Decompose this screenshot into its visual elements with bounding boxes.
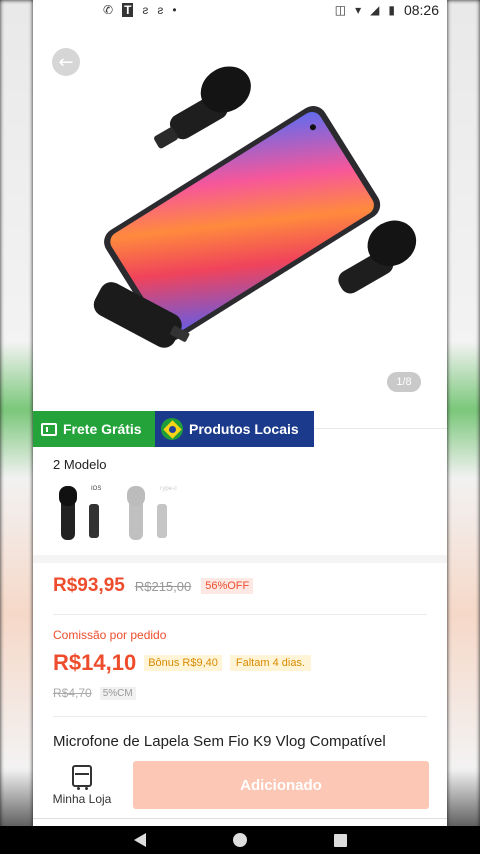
status-time: 08:26 [403,2,439,18]
badges-strip: Frete Grátis Produtos Locais [33,411,314,447]
back-button[interactable]: ← [52,48,80,76]
arrow-left-icon: ← [58,51,74,73]
commission-section: Comissão por pedido R$14,10 Bônus R$9,40… [53,628,311,700]
bonus-badge: Bônus R$9,40 [144,655,222,671]
commission-label: Comissão por pedido [53,628,167,642]
nav-back-icon[interactable] [133,833,146,847]
nav-recent-apps-icon[interactable] [333,833,347,847]
price-row: R$93,95 R$215,00 56%OFF [53,575,254,597]
days-left-badge: Faltam 4 dias. [229,655,311,671]
my-shop-button[interactable]: Minha Loja [51,764,113,806]
divider [53,716,427,717]
commission-value: R$14,10 [53,650,137,675]
my-shop-label: Minha Loja [52,791,112,806]
discount-badge: 56%OFF [201,578,254,594]
shop-icon [72,764,92,790]
section-separator [33,555,447,563]
whatsapp-icon: ✆ [103,3,114,17]
vibrate-icon: ◫ [334,3,347,17]
receiver-image [157,504,167,538]
free-shipping-label: Frete Grátis [63,421,142,437]
current-price: R$93,95 [53,575,125,596]
dot-icon: • [172,3,177,17]
status-right-icons: ◫ ▾ ◢ ▮ 08:26 [335,2,439,18]
added-button[interactable]: Adicionado [133,761,429,809]
nav-home-icon[interactable] [232,833,247,847]
thumb-tag: Type-c [159,486,178,492]
system-nav-bar [0,826,480,854]
action-bar: Minha Loja Adicionado [33,752,447,818]
image-counter: 1/8 [387,372,421,392]
free-shipping-badge: Frete Grátis [33,411,155,447]
local-products-badge: Produtos Locais [155,411,314,447]
thumb-tag: IOS [91,486,102,492]
local-products-label: Produtos Locais [189,421,299,437]
commission-sub-row: R$4,70 5%CM [53,686,311,700]
model-thumbnails: IOS Type-c [53,482,427,548]
signal-icon: ◢ [370,3,380,17]
notification-icon: ƨ [142,3,149,17]
old-commission: R$4,70 [53,686,92,700]
models-title: 2 Modelo [53,457,107,472]
divider [314,428,447,429]
cm-badge: 5%CM [99,686,136,700]
product-image-gallery[interactable]: ← [33,30,447,410]
product-image [93,66,417,348]
bottom-edge [33,818,447,826]
receiver-image [89,504,99,538]
commission-row: R$14,10 Bônus R$9,40 Faltam 4 dias. [53,650,311,676]
notification-icon: ƨ [157,3,164,17]
mic-image [127,486,145,540]
mic-image [59,486,77,540]
wifi-icon: ▾ [355,3,362,17]
left-blur-background [0,0,33,854]
shipping-icon [41,422,57,436]
app-screen: ✆ T ƨ ƨ • ◫ ▾ ◢ ▮ 08:26 ← 1/8 Frete Grát… [33,0,447,854]
divider [53,614,427,615]
product-title: Microfone de Lapela Sem Fio K9 Vlog Comp… [53,733,386,750]
original-price: R$215,00 [134,578,192,594]
model-thumb-type-c[interactable]: Type-c [121,482,177,548]
status-bar: ✆ T ƨ ƨ • ◫ ▾ ◢ ▮ 08:26 [33,0,447,20]
t-app-icon: T [122,3,134,17]
brazil-flag-icon [161,418,183,440]
model-thumb-ios[interactable]: IOS [53,482,109,548]
model-selector: 2 Modelo IOS Type-c [33,447,447,555]
right-blur-background [447,0,480,854]
status-left-icons: ✆ T ƨ ƨ • [103,3,177,17]
battery-icon: ▮ [388,3,395,17]
